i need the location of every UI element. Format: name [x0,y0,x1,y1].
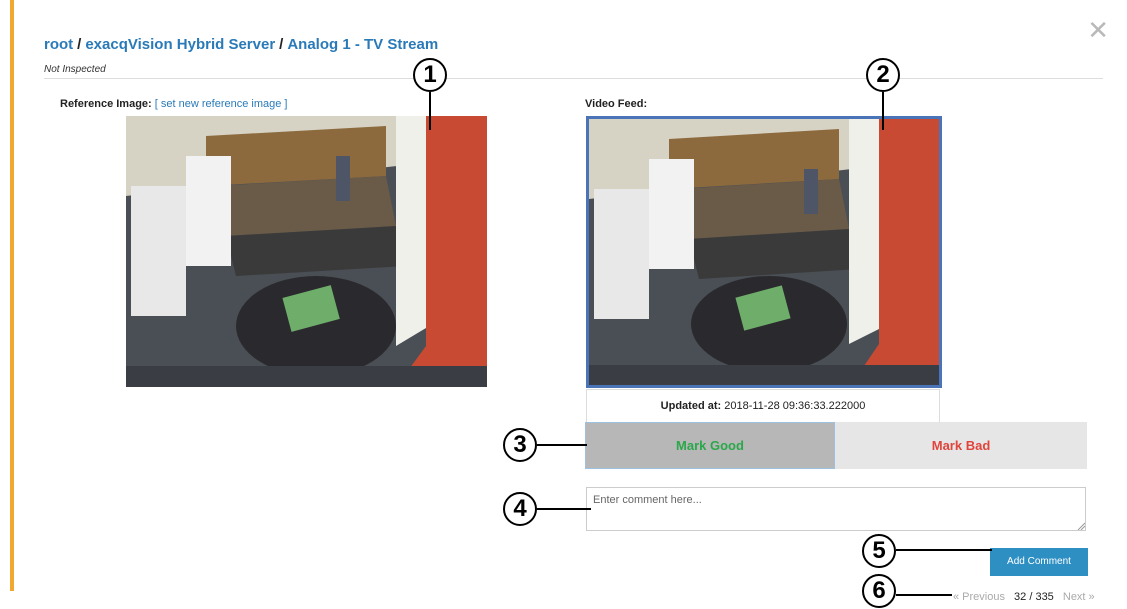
callout-3: 3 [503,428,537,462]
breadcrumb-camera[interactable]: Analog 1 - TV Stream [287,36,438,53]
breadcrumb-server[interactable]: exacqVision Hybrid Server [85,36,275,53]
updated-value: 2018-11-28 09:36:33.222000 [724,400,866,412]
set-reference-link[interactable]: [ set new reference image ] [155,98,288,110]
callout-line-5 [896,549,992,551]
callout-4: 4 [503,492,537,526]
breadcrumb-separator: / [279,36,284,53]
updated-label: Updated at: [660,400,722,412]
accent-bar [10,0,14,591]
close-icon[interactable]: ✕ [1087,18,1109,44]
updated-timestamp: Updated at: 2018-11-28 09:36:33.222000 [586,389,940,423]
callout-line-6 [896,594,952,596]
resize-handle-icon[interactable] [1077,522,1085,530]
breadcrumb-root[interactable]: root [44,36,73,53]
callout-1: 1 [413,58,447,92]
divider [44,78,1103,79]
add-comment-button[interactable]: Add Comment [990,548,1088,576]
comment-input[interactable] [586,487,1086,531]
reference-label-text: Reference Image: [60,98,152,110]
callout-line-2 [882,92,884,130]
pagination: « Previous 32 / 335 Next » [953,591,1095,603]
page-count: 32 / 335 [1014,591,1054,603]
inspection-status: Not Inspected [44,64,106,75]
callout-5: 5 [862,534,896,568]
mark-bad-button[interactable]: Mark Bad [835,422,1087,469]
video-feed [586,116,942,388]
video-feed-image [589,119,939,385]
callout-line-3 [537,444,587,446]
mark-good-button[interactable]: Mark Good [585,422,835,469]
breadcrumb: root / exacqVision Hybrid Server / Analog 1 … [44,36,438,53]
breadcrumb-separator: / [77,36,82,53]
callout-6: 6 [862,574,896,608]
callout-2: 2 [866,58,900,92]
reference-image-label: Reference Image: [ set new reference ima… [60,98,287,110]
video-feed-label: Video Feed: [585,98,648,110]
callout-line-4 [537,508,591,510]
previous-link[interactable]: « Previous [953,591,1005,603]
callout-line-1 [429,92,431,130]
next-link[interactable]: Next » [1063,591,1095,603]
reference-image [126,116,487,387]
